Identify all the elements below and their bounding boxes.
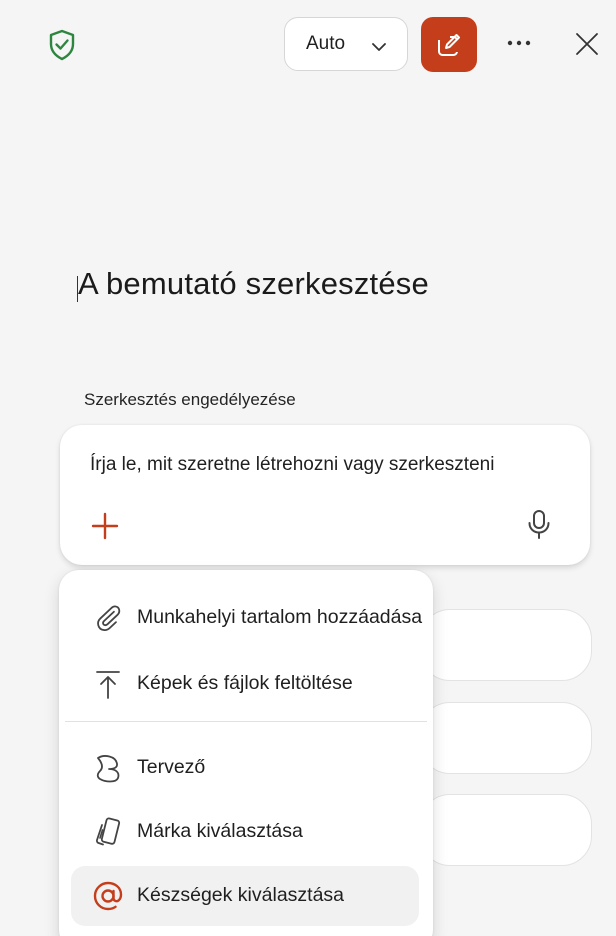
shield-check-icon[interactable] [46,28,78,62]
compose-icon [438,33,460,56]
copilot-pane: Auto A bemutató szerkesztése Szerkesztés… [0,0,616,936]
at-sign-icon [93,880,123,912]
menu-item-label: Képek és fájlok feltöltése [137,672,353,694]
menu-item-label: Készségek kiválasztása [137,884,345,906]
menu-item-label: Márka kiválasztása [137,820,303,842]
brand-icon [93,816,123,848]
page-title: A bemutató szerkesztése [78,266,429,301]
more-options-icon[interactable] [505,35,533,51]
menu-item-label: Tervező [137,756,206,778]
paperclip-icon [93,602,123,634]
close-icon[interactable] [575,32,599,56]
prompt-input[interactable]: Írja le, mit szeretne létrehozni vagy sz… [90,454,494,476]
menu-item-add-work-content[interactable]: Munkahelyi tartalom hozzáadása [71,588,423,648]
upload-icon [93,668,123,700]
chevron-down-icon [371,39,387,51]
microphone-icon[interactable] [526,509,552,541]
mode-select-value: Auto [306,33,346,54]
plus-icon [91,512,119,540]
add-content-menu: Munkahelyi tartalom hozzáadása Képek és … [59,570,433,936]
menu-item-choose-skills[interactable]: Készségek kiválasztása [71,866,419,926]
new-chat-button[interactable] [421,17,477,72]
designer-icon [93,752,123,784]
menu-item-designer[interactable]: Tervező [71,738,419,798]
menu-item-upload-files[interactable]: Képek és fájlok feltöltése [71,654,419,714]
menu-item-label: Munkahelyi tartalom hozzáadása [137,606,423,628]
suggestion-card[interactable] [420,609,592,681]
prompt-box[interactable]: Írja le, mit szeretne létrehozni vagy sz… [60,425,590,565]
suggestion-card[interactable] [420,702,592,774]
menu-item-choose-brand[interactable]: Márka kiválasztása [71,802,419,862]
menu-divider [65,721,427,722]
mode-select[interactable]: Auto [284,17,408,71]
section-label: Szerkesztés engedélyezése [84,390,296,409]
suggestion-card[interactable] [420,794,592,866]
add-attachment-button[interactable] [90,511,120,541]
